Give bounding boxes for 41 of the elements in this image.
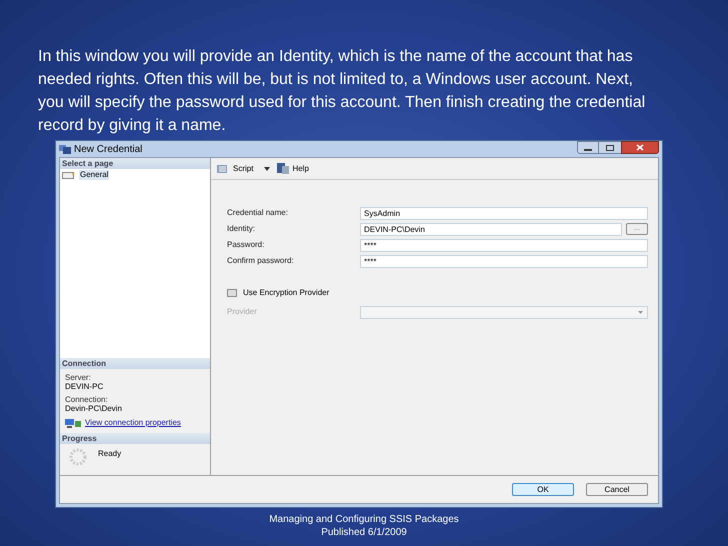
connection-link[interactable]: View connection properties — [85, 417, 181, 429]
footer-text: Published 6/1/2009 — [321, 526, 407, 539]
slide-text: In this window you will provide an Identity, which is the name of the account that has needed rights. Often this will be, but is not limited to, a Windows user account. Next, you will specify the password used for this account. Then finish creating the credential record by giving it a name. — [37, 47, 646, 136]
dialog-button[interactable]: OK — [512, 483, 574, 496]
dropdown-caret-icon — [638, 310, 643, 314]
help-icon — [277, 163, 290, 174]
dropdown-caret-icon[interactable] — [264, 166, 270, 170]
section-header: Connection — [60, 358, 210, 369]
window-icon — [59, 144, 71, 154]
progress-status: Ready — [98, 448, 122, 460]
connection-value: Devin-PC\Devin — [65, 404, 123, 413]
close-icon — [636, 144, 644, 151]
close-button[interactable] — [621, 141, 659, 154]
maximize-button[interactable] — [599, 141, 621, 154]
spinner-icon — [68, 448, 88, 466]
section-header: Progress — [60, 433, 210, 444]
connection-label: Server: — [65, 373, 92, 382]
dialog-button[interactable]: Cancel — [586, 483, 648, 496]
input-field[interactable]: SysAdmin — [360, 206, 648, 220]
toolbar-button[interactable]: Script — [233, 162, 254, 174]
computer-icon — [65, 418, 81, 428]
field-label: Credential name: — [227, 207, 289, 219]
connection-value: DEVIN-PC — [65, 382, 104, 391]
checkbox[interactable] — [227, 289, 237, 297]
input-field[interactable]: **** — [360, 238, 648, 252]
footer-text: Managing and Configuring SSIS Packages — [269, 513, 459, 526]
checkbox-label: Use Encryption Provider — [243, 287, 330, 299]
page-item[interactable]: General — [79, 170, 110, 180]
field-label: Password: — [227, 239, 266, 251]
input-field[interactable]: DEVIN-PC\Devin — [360, 222, 622, 236]
connection-label: Connection: — [65, 395, 109, 404]
minimize-button[interactable] — [577, 141, 599, 154]
page-icon — [62, 170, 76, 179]
input-field[interactable]: **** — [360, 254, 648, 268]
field-label: Identity: — [227, 223, 256, 235]
field-label: Provider — [227, 306, 258, 318]
window-title: New Credential — [74, 142, 142, 156]
script-icon — [217, 164, 230, 174]
section-header: Select a page — [60, 158, 210, 169]
field-label: Confirm password: — [227, 255, 295, 267]
toolbar-button[interactable]: Help — [292, 162, 309, 174]
